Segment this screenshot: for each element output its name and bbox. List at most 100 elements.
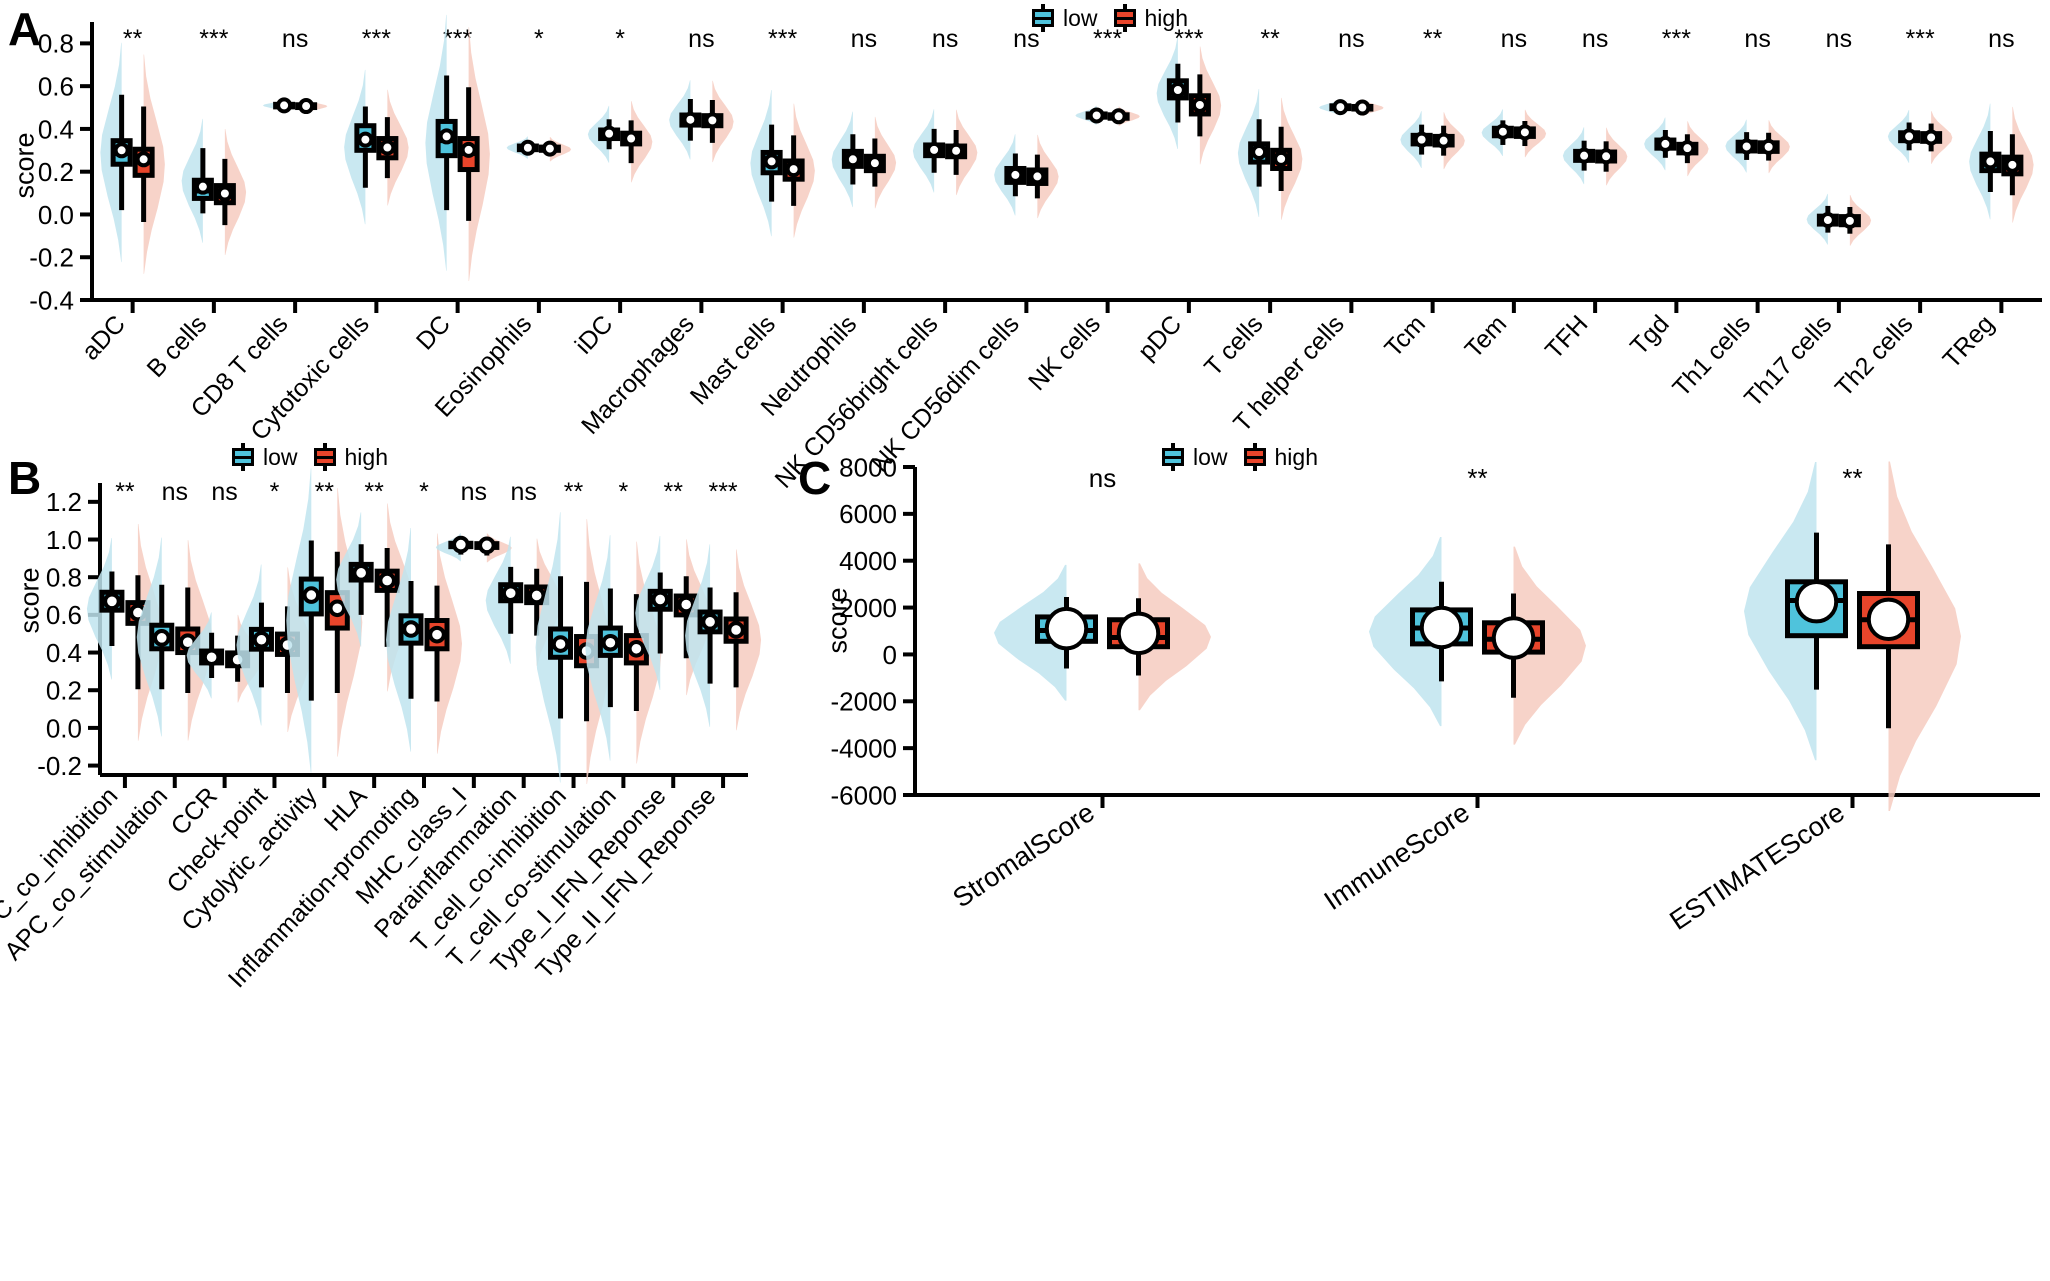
mean-point [1491,616,1536,660]
y-tick-label: 1.0 [46,525,82,555]
mean-point [1576,147,1593,164]
y-tick-label: 0.0 [46,713,82,743]
significance-marker: ** [123,25,143,53]
mean-point [1088,107,1105,124]
mean-point [785,161,802,178]
mean-point [1413,131,1430,148]
mean-point [1110,108,1127,125]
significance-marker: *** [708,478,737,506]
x-axis-category-label: Tem [1460,310,1513,364]
significance-marker: ns [461,478,487,506]
significance-marker: * [615,25,625,53]
significance-marker: ** [564,478,584,506]
mean-point [1923,129,1940,146]
mean-point [519,139,536,156]
y-tick-label: -0.2 [29,243,74,273]
significance-marker: ** [115,478,135,506]
mean-point [651,590,670,609]
mean-point [1841,212,1858,229]
mean-point [1794,579,1839,624]
x-axis-category-label: TFH [1540,310,1594,365]
mean-point [627,639,646,658]
mean-point [1738,138,1755,155]
mean-point [402,620,420,638]
mean-point [926,141,943,158]
y-tick-label: 0.2 [38,157,74,187]
significance-marker: * [619,478,629,506]
mean-point [1901,128,1918,145]
mean-point [601,633,620,652]
mean-point [1657,135,1674,152]
x-axis-category-label: pDC [1133,310,1188,366]
significance-marker: ns [1826,25,1852,53]
mean-point [601,125,618,142]
mean-point [527,586,546,605]
y-tick-label: -4000 [831,734,898,764]
mean-point [763,153,780,170]
mean-point [202,648,221,667]
y-tick-label: 8000 [839,452,897,482]
y-tick-label: 0.8 [38,29,74,59]
panel-a: A score low high -0.4 -0.2 0.0 0.2 0.4 0.6 0.8… [0,0,2050,500]
mean-point [379,139,396,156]
significance-marker: ns [211,478,237,506]
panel-a-plot: -0.4-0.20.00.20.40.60.8aDC**B cells***CD… [29,14,2042,494]
significance-marker: * [419,478,429,506]
significance-marker: ns [1582,25,1608,53]
mean-point [1116,611,1161,656]
significance-marker: ** [364,478,384,506]
mean-point [1760,138,1777,155]
x-axis-category-label: ESTIMATEScore [1664,797,1850,936]
significance-marker: *** [1906,25,1935,53]
mean-point [704,112,721,129]
significance-marker: *** [1093,25,1122,53]
mean-point [1191,96,1208,113]
significance-marker: ns [162,478,188,506]
mean-point [623,130,640,147]
mean-point [378,571,396,590]
y-tick-label: 0.0 [38,200,74,230]
y-tick-label: 2000 [839,593,897,623]
significance-marker: ns [282,25,308,53]
mean-point [194,178,211,195]
mean-point [727,621,745,639]
mean-point [298,98,315,115]
significance-marker: ** [1842,463,1862,493]
significance-marker: *** [1662,25,1691,53]
x-axis-category-label: ImmuneScore [1319,797,1475,916]
y-tick-label: 0 [883,640,897,670]
x-axis-category-label: Th2 cells [1830,310,1919,402]
mean-point [1007,166,1024,183]
y-tick-label: -6000 [831,780,898,810]
mean-point [1029,168,1046,185]
significance-marker: *** [443,25,472,53]
mean-point [866,155,883,172]
y-tick-label: -0.4 [29,285,74,315]
significance-marker: ns [851,25,877,53]
mean-point [1332,99,1349,116]
significance-marker: ** [1423,25,1443,53]
x-axis-category-label: NK cells [1023,310,1106,396]
mean-point [1679,140,1696,157]
y-tick-label: 0.8 [46,563,82,593]
y-tick-label: -2000 [831,687,898,717]
mean-point [460,141,477,158]
significance-marker: ns [1988,25,2014,53]
y-tick-label: 6000 [839,499,897,529]
significance-marker: ns [510,478,536,506]
y-tick-label: 4000 [839,546,897,576]
mean-point [478,536,496,555]
mean-point [551,635,570,653]
significance-marker: ** [663,478,683,506]
mean-point [1169,82,1186,99]
mean-point [302,586,321,604]
y-tick-label: 1.2 [46,487,82,517]
mean-point [328,599,347,618]
mean-point [428,625,446,644]
y-tick-label: -0.2 [37,751,82,781]
mean-point [501,584,520,603]
y-tick-label: 0.4 [38,114,74,144]
mean-point [103,592,121,611]
x-axis-category-label: StromalScore [947,797,1099,913]
x-axis-category-label: aDC [76,310,131,366]
